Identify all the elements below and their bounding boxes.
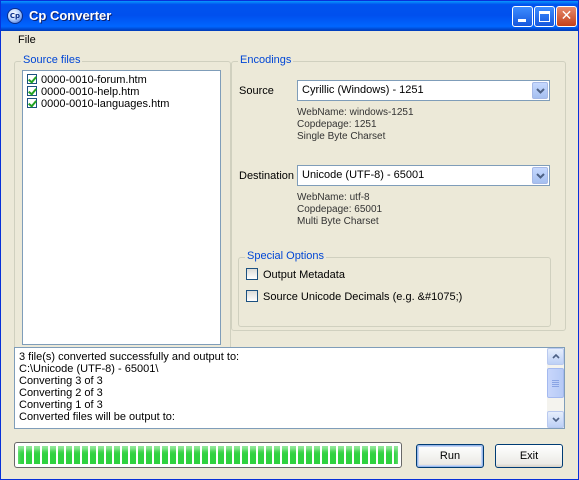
source-label: Source [239, 85, 274, 97]
exit-button[interactable]: Exit [495, 444, 563, 468]
list-item[interactable]: 0000-0010-forum.htm [27, 74, 147, 86]
destination-encoding-value: Unicode (UTF-8) - 65001 [302, 169, 425, 181]
chevron-down-icon [536, 173, 545, 179]
output-log[interactable]: 3 file(s) converted successfully and out… [14, 347, 565, 429]
close-button[interactable]: ✕ [556, 6, 577, 27]
source-files-title: Source files [21, 54, 83, 66]
chevron-down-icon [552, 417, 560, 422]
special-options-title: Special Options [245, 250, 327, 262]
destination-info: WebName: utf-8 Copdepage: 65001 Multi By… [297, 192, 382, 228]
file-checkbox[interactable] [27, 86, 37, 96]
log-line: Converting 1 of 3 [19, 399, 103, 411]
source-unicode-decimals-checkbox[interactable] [246, 290, 258, 302]
source-encoding-select[interactable]: Cyrillic (Windows) - 1251 [297, 80, 550, 101]
scroll-thumb[interactable] [547, 368, 564, 398]
destination-webname: WebName: utf-8 [297, 192, 370, 203]
log-scrollbar[interactable] [547, 348, 564, 428]
file-name: 0000-0010-help.htm [41, 86, 140, 98]
title-bar[interactable]: Cp Cp Converter ✕ [1, 1, 578, 31]
scroll-down-button[interactable] [547, 411, 564, 428]
source-codepage: Copdepage: 1251 [297, 119, 377, 130]
destination-dropdown-button[interactable] [532, 167, 548, 184]
output-metadata-label[interactable]: Output Metadata [263, 269, 345, 281]
source-info: WebName: windows-1251 Copdepage: 1251 Si… [297, 107, 414, 143]
minimize-button[interactable] [512, 6, 533, 27]
source-dropdown-button[interactable] [532, 82, 548, 99]
source-files-list[interactable]: 0000-0010-forum.htm 0000-0010-help.htm 0… [22, 70, 221, 345]
conversion-progress-bar [14, 442, 402, 468]
log-line: Converted files will be output to: [19, 411, 175, 423]
window-title: Cp Converter [29, 8, 112, 23]
log-line: 3 file(s) converted successfully and out… [19, 351, 240, 363]
source-webname: WebName: windows-1251 [297, 107, 414, 118]
file-checkbox[interactable] [27, 98, 37, 108]
app-icon[interactable]: Cp [7, 8, 23, 24]
destination-encoding-select[interactable]: Unicode (UTF-8) - 65001 [297, 165, 550, 186]
list-item[interactable]: 0000-0010-help.htm [27, 86, 139, 98]
maximize-icon [539, 11, 550, 22]
maximize-button[interactable] [534, 6, 555, 27]
output-metadata-checkbox[interactable] [246, 268, 258, 280]
encodings-title: Encodings [238, 54, 294, 66]
source-encoding-value: Cyrillic (Windows) - 1251 [302, 84, 424, 96]
chevron-down-icon [536, 88, 545, 94]
source-charset: Single Byte Charset [297, 131, 386, 142]
close-icon: ✕ [560, 8, 573, 24]
file-checkbox[interactable] [27, 74, 37, 84]
log-line: Converting 3 of 3 [19, 375, 103, 387]
file-name: 0000-0010-forum.htm [41, 74, 147, 86]
run-button[interactable]: Run [416, 444, 484, 468]
list-item[interactable]: 0000-0010-languages.htm [27, 98, 169, 110]
minimize-icon [518, 19, 526, 22]
chevron-up-icon [552, 354, 560, 359]
source-unicode-decimals-label[interactable]: Source Unicode Decimals (e.g. &#1075;) [263, 291, 462, 303]
log-line: Converting 2 of 3 [19, 387, 103, 399]
menu-bar: File [1, 32, 578, 49]
destination-charset: Multi Byte Charset [297, 216, 379, 227]
menu-file[interactable]: File [18, 34, 36, 46]
file-name: 0000-0010-languages.htm [41, 98, 170, 110]
main-window: Cp Cp Converter ✕ File Source files 0000… [0, 0, 579, 480]
log-line: C:\Unicode (UTF-8) - 65001\ [19, 363, 159, 375]
destination-codepage: Copdepage: 65001 [297, 204, 383, 215]
progress-fill [18, 446, 398, 464]
scroll-up-button[interactable] [547, 348, 564, 365]
destination-label: Destination [239, 170, 295, 182]
